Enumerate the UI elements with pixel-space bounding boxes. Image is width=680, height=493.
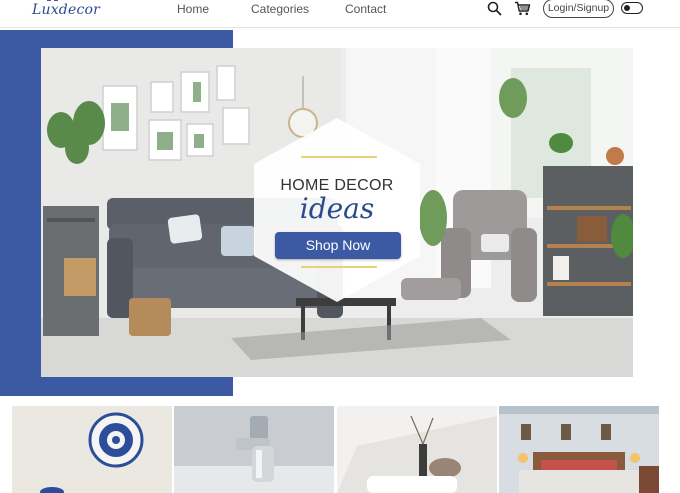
brand-logo[interactable]: Luxdecor xyxy=(12,0,100,28)
category-tile-decor[interactable] xyxy=(12,406,172,493)
nav-categories-link[interactable]: Categories xyxy=(251,2,309,16)
category-tile-living[interactable] xyxy=(337,406,497,493)
category-tile-bathroom[interactable] xyxy=(174,406,334,493)
shop-now-button[interactable]: Shop Now xyxy=(275,232,401,259)
hero-subtitle: ideas xyxy=(299,192,375,225)
dark-mode-toggle[interactable] xyxy=(621,2,643,14)
hero-divider-top xyxy=(301,156,377,158)
search-icon[interactable] xyxy=(487,1,502,16)
nav-home-link[interactable]: Home xyxy=(177,2,209,16)
category-tile-bedroom[interactable] xyxy=(499,406,659,493)
hero-divider-bottom xyxy=(301,266,377,268)
toggle-knob xyxy=(624,4,630,11)
login-signup-button[interactable]: Login/Signup xyxy=(543,0,614,18)
site-header: Luxdecor Home Categories Contact Login/S… xyxy=(0,0,680,28)
brand-name: Luxdecor xyxy=(32,2,101,18)
nav-contact-link[interactable]: Contact xyxy=(345,2,386,16)
cart-icon[interactable] xyxy=(514,1,531,16)
